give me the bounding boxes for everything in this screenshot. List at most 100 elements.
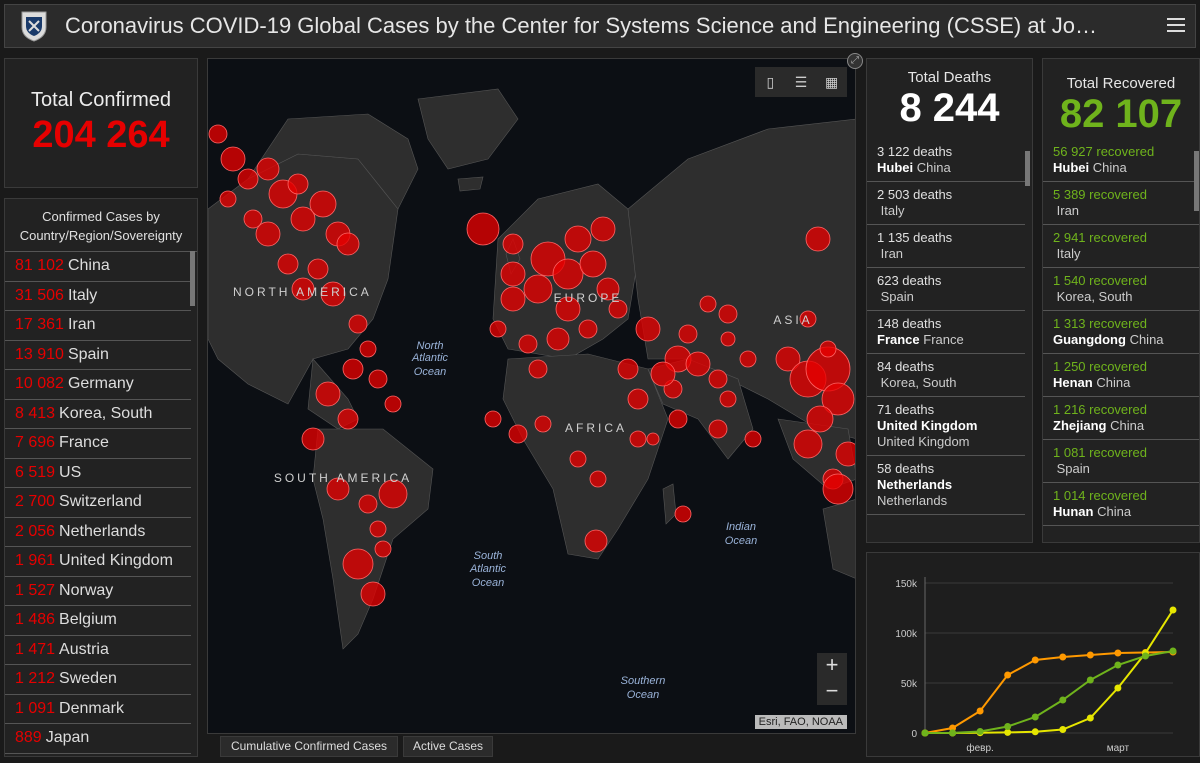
deaths-list-item[interactable]: 148 deaths France France	[867, 311, 1025, 354]
recovered-list-item[interactable]: 56 927 recovered Hubei China	[1043, 139, 1199, 182]
deaths-list-item[interactable]: 2 503 deaths Italy	[867, 182, 1025, 225]
case-bubble[interactable]	[579, 250, 607, 278]
country-list-item[interactable]: 8 413 Korea, South	[5, 400, 191, 429]
deaths-list-scrollbar[interactable]	[1025, 151, 1030, 186]
case-bubble[interactable]	[523, 274, 553, 304]
chart-data-point[interactable]	[1031, 713, 1039, 721]
case-bubble[interactable]	[552, 258, 584, 290]
case-bubble[interactable]	[500, 261, 526, 287]
case-bubble[interactable]	[819, 340, 837, 358]
basemap-gallery-icon[interactable]: ▦	[822, 72, 842, 92]
case-bubble[interactable]	[384, 395, 402, 413]
country-list-item[interactable]: 17 361 Iran	[5, 311, 191, 341]
map-panel[interactable]: North Atlantic Ocean South Atlantic Ocea…	[207, 58, 856, 734]
country-list-scrollbar[interactable]	[190, 251, 195, 306]
chart-data-point[interactable]	[1004, 723, 1012, 730]
recovered-list-item[interactable]: 1 250 recovered Henan China	[1043, 354, 1199, 397]
case-bubble[interactable]	[219, 190, 237, 208]
recovered-list-item[interactable]: 1 313 recovered Guangdong China	[1043, 311, 1199, 354]
country-list-item[interactable]: 7 696 France	[5, 429, 191, 459]
country-list-item[interactable]: 6 519 US	[5, 459, 191, 488]
case-bubble[interactable]	[708, 419, 728, 439]
case-bubble[interactable]	[484, 410, 502, 428]
case-bubble[interactable]	[629, 430, 647, 448]
chart-data-point[interactable]	[1004, 671, 1012, 679]
case-bubble[interactable]	[528, 359, 548, 379]
tab-active-cases[interactable]: Active Cases	[403, 736, 493, 757]
case-bubble[interactable]	[635, 316, 661, 342]
recovered-list-scrollbar[interactable]	[1194, 151, 1199, 211]
case-bubble[interactable]	[650, 361, 676, 387]
recovered-list-item[interactable]: 1 081 recovered Spain	[1043, 440, 1199, 483]
recovered-list-item[interactable]: 1 540 recovered Korea, South	[1043, 268, 1199, 311]
country-list-item[interactable]: 2 056 Netherlands	[5, 518, 191, 547]
case-bubble[interactable]	[589, 470, 607, 488]
chart-data-point[interactable]	[1031, 728, 1039, 736]
case-bubble[interactable]	[835, 441, 856, 467]
case-bubble[interactable]	[590, 216, 616, 242]
case-bubble[interactable]	[237, 168, 259, 190]
case-bubble[interactable]	[518, 334, 538, 354]
chart-data-point[interactable]	[1086, 676, 1094, 684]
case-bubble[interactable]	[369, 520, 387, 538]
chart-data-point[interactable]	[1141, 652, 1149, 660]
case-bubble[interactable]	[793, 429, 823, 459]
country-list-item[interactable]: 1 527 Norway	[5, 577, 191, 606]
chart-data-point[interactable]	[1086, 651, 1094, 659]
chart-data-point[interactable]	[976, 707, 984, 715]
bookmark-icon[interactable]: ▯	[760, 72, 780, 92]
case-bubble[interactable]	[685, 351, 711, 377]
chart-data-point[interactable]	[1086, 714, 1094, 722]
chart-data-point[interactable]	[1031, 656, 1039, 664]
case-bubble[interactable]	[646, 432, 660, 446]
case-bubble[interactable]	[489, 320, 507, 338]
case-bubble[interactable]	[337, 408, 359, 430]
chart-data-point[interactable]	[949, 729, 957, 737]
chart-data-point[interactable]	[1114, 649, 1122, 657]
case-bubble[interactable]	[508, 424, 528, 444]
case-bubble[interactable]	[342, 548, 374, 580]
case-bubble[interactable]	[564, 225, 592, 253]
case-bubble[interactable]	[806, 405, 834, 433]
case-bubble[interactable]	[744, 430, 762, 448]
case-bubble[interactable]	[678, 324, 698, 344]
tab-cumulative-confirmed[interactable]: Cumulative Confirmed Cases	[220, 736, 398, 757]
case-bubble[interactable]	[502, 233, 524, 255]
chart-data-point[interactable]	[976, 728, 984, 735]
chart-data-point[interactable]	[1114, 661, 1122, 669]
country-list-item[interactable]: 81 102 China	[5, 252, 191, 282]
case-bubble[interactable]	[708, 369, 728, 389]
case-bubble[interactable]	[546, 327, 570, 351]
case-bubble[interactable]	[287, 173, 309, 195]
country-list-item[interactable]: 1 091 Denmark	[5, 695, 191, 724]
country-list-item[interactable]: 1 212 Sweden	[5, 665, 191, 695]
case-bubble[interactable]	[569, 450, 587, 468]
case-bubble[interactable]	[374, 540, 392, 558]
case-bubble[interactable]	[500, 286, 526, 312]
legend-list-icon[interactable]: ☰	[791, 72, 811, 92]
case-bubble[interactable]	[315, 381, 341, 407]
recovered-list-item[interactable]: 1 216 recovered Zhejiang China	[1043, 397, 1199, 440]
case-bubble[interactable]	[336, 232, 360, 256]
case-bubble[interactable]	[534, 415, 552, 433]
case-bubble[interactable]	[342, 358, 364, 380]
country-list-item[interactable]: 1 471 Austria	[5, 636, 191, 665]
chart-data-point[interactable]	[1169, 647, 1177, 655]
case-bubble[interactable]	[220, 146, 246, 172]
chart-data-point[interactable]	[1114, 684, 1122, 692]
case-bubble[interactable]	[719, 390, 737, 408]
chart-data-point[interactable]	[1059, 696, 1067, 704]
case-bubble[interactable]	[718, 304, 738, 324]
country-list-item[interactable]: 1 961 United Kingdom	[5, 547, 191, 577]
case-bubble[interactable]	[309, 190, 337, 218]
zoom-out-button[interactable]: −	[817, 679, 847, 705]
deaths-list-item[interactable]: 58 deaths Netherlands Netherlands	[867, 456, 1025, 515]
recovered-list-item[interactable]: 5 389 recovered Iran	[1043, 182, 1199, 225]
case-bubble[interactable]	[277, 253, 299, 275]
case-bubble[interactable]	[805, 226, 831, 252]
chart-data-point[interactable]	[921, 729, 929, 737]
case-bubble[interactable]	[627, 388, 649, 410]
case-bubble[interactable]	[668, 409, 688, 429]
country-list-item[interactable]: 2 700 Switzerland	[5, 488, 191, 518]
case-bubble[interactable]	[584, 529, 608, 553]
